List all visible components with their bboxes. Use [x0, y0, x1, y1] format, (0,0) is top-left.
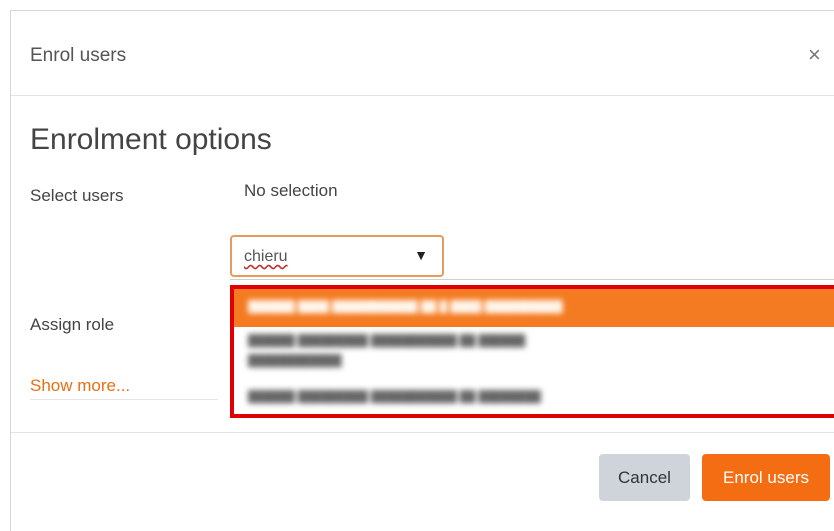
enrol-users-dialog: Enrol users × Enrolment options Select u…: [10, 10, 834, 531]
suggestion-option[interactable]: ██████ █████████ ███████████ ██ ██████ █…: [234, 329, 834, 377]
footer-divider: [11, 432, 834, 433]
suggestion-option[interactable]: ██████ █████████ ███████████ ██ ████████: [234, 385, 834, 414]
search-value: chieru: [244, 248, 288, 265]
enrol-users-button[interactable]: Enrol users: [702, 454, 830, 501]
dialog-title: Enrol users: [30, 45, 127, 66]
assign-role-label: Assign role: [30, 315, 115, 334]
suggestion-option-highlighted[interactable]: ██████ ████ ███████████ ██ █ ████ ██████…: [234, 289, 834, 327]
show-more-divider: [30, 399, 218, 400]
user-suggestions-list: ██████ ████ ███████████ ██ █ ████ ██████…: [230, 285, 834, 418]
dialog-header: Enrol users ×: [11, 11, 834, 96]
user-search-input[interactable]: chieru ▼: [230, 235, 444, 277]
caret-down-icon[interactable]: ▼: [414, 247, 428, 263]
show-more-link[interactable]: Show more...: [30, 376, 130, 396]
close-icon[interactable]: ×: [808, 44, 821, 66]
cancel-button[interactable]: Cancel: [599, 454, 690, 501]
selection-status: No selection: [244, 181, 338, 200]
section-title: Enrolment options: [30, 123, 272, 156]
dropdown-divider: [230, 279, 834, 280]
select-users-label: Select users: [30, 186, 124, 205]
